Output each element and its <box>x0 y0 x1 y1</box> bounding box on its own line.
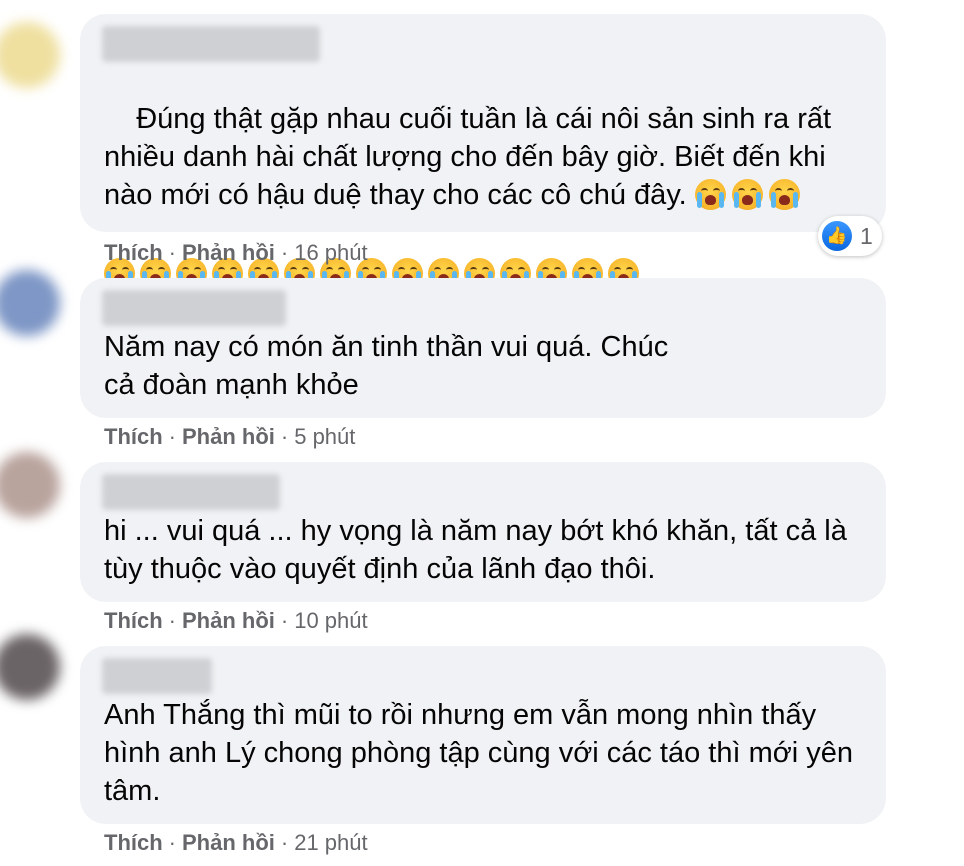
comment-bubble: Anh Thắng thì mũi to rồi nhưng em vẫn mo… <box>80 646 886 824</box>
like-icon: 👍 <box>822 221 852 251</box>
avatar[interactable] <box>0 634 60 700</box>
comment-bubble: Đúng thật gặp nhau cuối tuần là cái nôi … <box>80 14 886 289</box>
comment-actions: Thích · Phản hồi · 5 phút <box>104 424 355 450</box>
timestamp[interactable]: 16 phút <box>294 240 367 265</box>
separator: · <box>168 830 176 855</box>
timestamp[interactable]: 21 phút <box>294 830 367 855</box>
like-button[interactable]: Thích <box>104 424 163 449</box>
comment-text: hi ... vui quá ... hy vọng là năm nay bớ… <box>104 515 855 585</box>
comment-text: Năm nay có món ăn tinh thần vui quá. Chú… <box>104 331 677 401</box>
reaction-summary[interactable]: 👍 1 <box>818 216 882 256</box>
separator: · <box>280 240 289 265</box>
commenter-name-blurred[interactable] <box>102 290 286 326</box>
commenter-name-blurred[interactable] <box>102 474 280 510</box>
separator: · <box>280 608 289 633</box>
commenter-name-blurred[interactable] <box>102 26 320 62</box>
avatar[interactable] <box>0 22 60 88</box>
reply-button[interactable]: Phản hồi <box>182 240 275 265</box>
like-button[interactable]: Thích <box>104 240 163 265</box>
timestamp[interactable]: 5 phút <box>294 424 355 449</box>
reply-button[interactable]: Phản hồi <box>182 424 275 449</box>
separator: · <box>168 424 176 449</box>
crying-face-emoji-icon <box>731 179 763 210</box>
reaction-count: 1 <box>860 222 873 249</box>
like-button[interactable]: Thích <box>104 830 163 855</box>
commenter-name-blurred[interactable] <box>102 658 212 694</box>
comment-actions: Thích · Phản hồi · 21 phút <box>104 830 368 856</box>
crying-face-emoji-icon <box>768 179 800 210</box>
comment-text: Anh Thắng thì mũi to rồi nhưng em vẫn mo… <box>104 699 862 807</box>
comment-actions: Thích · Phản hồi · 16 phút <box>104 240 368 266</box>
reply-button[interactable]: Phản hồi <box>182 608 275 633</box>
separator: · <box>168 240 176 265</box>
timestamp[interactable]: 10 phút <box>294 608 367 633</box>
comment-bubble: hi ... vui quá ... hy vọng là năm nay bớ… <box>80 462 886 602</box>
reply-button[interactable]: Phản hồi <box>182 830 275 855</box>
crying-face-emoji-icon <box>694 179 726 210</box>
comment-actions: Thích · Phản hồi · 10 phút <box>104 608 368 634</box>
avatar[interactable] <box>0 452 60 518</box>
comment-bubble: Năm nay có món ăn tinh thần vui quá. Chú… <box>80 278 886 418</box>
like-button[interactable]: Thích <box>104 608 163 633</box>
separator: · <box>280 830 289 855</box>
avatar[interactable] <box>0 270 60 336</box>
separator: · <box>280 424 289 449</box>
separator: · <box>168 608 176 633</box>
emoji-group <box>694 179 803 210</box>
